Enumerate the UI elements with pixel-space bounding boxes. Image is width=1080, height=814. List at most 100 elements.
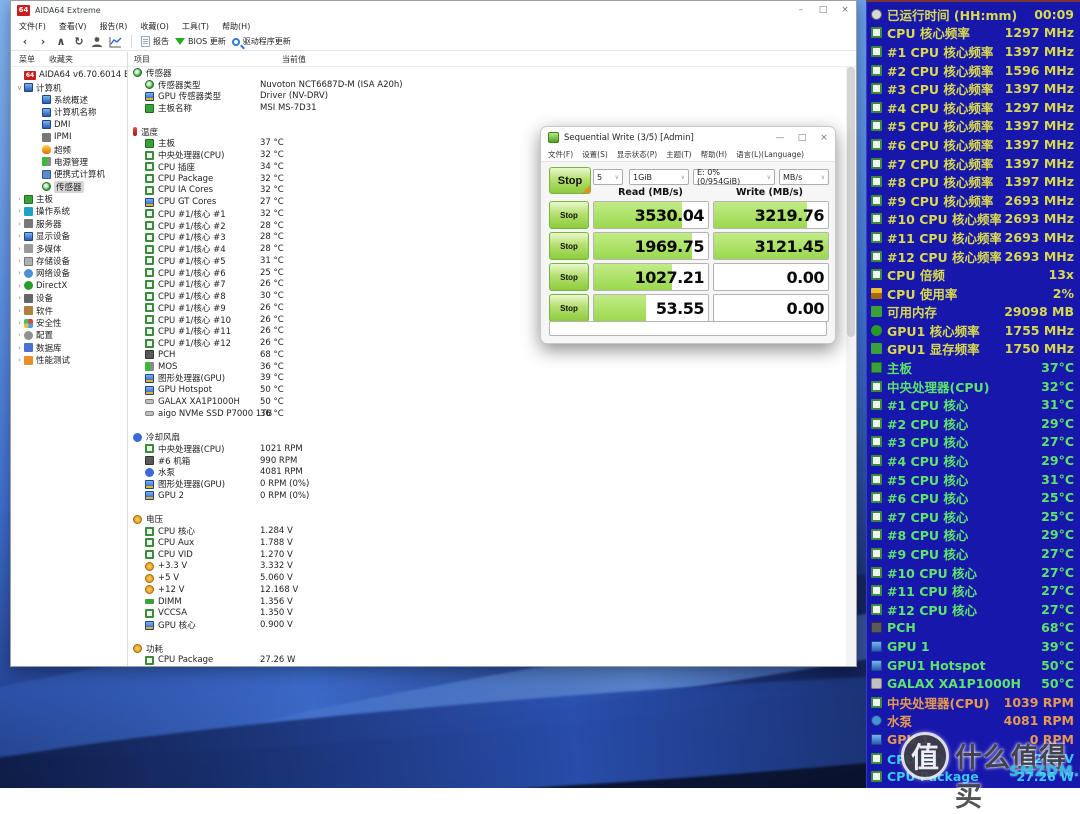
sidebar-item-主板[interactable]: ›主板 — [11, 193, 127, 205]
up-icon[interactable]: ∧ — [55, 35, 67, 48]
sidebar-item-安全性[interactable]: ›安全性 — [11, 317, 127, 329]
back-icon[interactable]: ‹ — [19, 35, 31, 48]
test-count-select[interactable]: 5∨ — [593, 169, 623, 185]
menu-item[interactable]: 设置(S) — [582, 149, 608, 160]
sensor-row-#6 机箱[interactable]: #6 机箱990 RPM — [128, 455, 846, 467]
sidebar-item-DMI[interactable]: DMI — [11, 119, 127, 131]
sidebar-item-传感器[interactable]: 传感器 — [11, 181, 127, 193]
menu-item[interactable]: 查看(V) — [59, 21, 87, 32]
sensor-row-GPU 核心[interactable]: GPU 核心0.900 V — [128, 619, 846, 631]
sidebar-item-IPMI[interactable]: IPMI — [11, 131, 127, 143]
stop-all-button[interactable]: Stop — [549, 167, 591, 194]
collapsed-arrow-icon[interactable]: › — [15, 282, 24, 290]
sidebar-item-显示设备[interactable]: ›显示设备 — [11, 230, 127, 242]
user-icon[interactable] — [91, 36, 103, 48]
expanded-arrow-icon[interactable]: ∨ — [15, 84, 24, 92]
close-button[interactable]: × — [813, 130, 835, 146]
bios-update-button[interactable]: BIOS 更新 — [175, 33, 226, 50]
menu-item[interactable]: 报告(R) — [100, 21, 128, 32]
sensor-row-GPU 2[interactable]: GPU 20 RPM (0%) — [128, 490, 846, 502]
sidebar-item-配置[interactable]: ›配置 — [11, 329, 127, 341]
stop-test-button[interactable]: Stop — [549, 294, 589, 322]
menu-item[interactable]: 帮助(H) — [701, 149, 728, 160]
stop-test-button[interactable]: Stop — [549, 201, 589, 229]
menu-item[interactable]: 收藏(O) — [140, 21, 169, 32]
close-button[interactable]: × — [834, 2, 856, 18]
sensor-row-MOS[interactable]: MOS36 °C — [128, 361, 846, 373]
diskmark-titlebar[interactable]: Sequential Write (3/5) [Admin] — □ × — [541, 127, 835, 148]
sidebar-item-计算机[interactable]: ∨计算机 — [11, 81, 127, 93]
sensor-row-aigo NVMe SSD P7000 1TB[interactable]: aigo NVMe SSD P7000 1TB36 °C — [128, 408, 846, 420]
collapsed-arrow-icon[interactable]: › — [15, 245, 24, 253]
sidebar-item-电源管理[interactable]: 电源管理 — [11, 156, 127, 168]
sidebar-item-多媒体[interactable]: ›多媒体 — [11, 242, 127, 254]
refresh-icon[interactable]: ↻ — [73, 35, 85, 48]
menu-item[interactable]: 文件(F) — [19, 21, 46, 32]
sensor-row-CPU VID[interactable]: CPU VID1.270 V — [128, 549, 846, 561]
menu-item[interactable]: 文件(F) — [548, 149, 573, 160]
stop-test-button[interactable]: Stop — [549, 263, 589, 291]
sidebar-item-数据库[interactable]: ›数据库 — [11, 342, 127, 354]
sensor-row-DIMM[interactable]: DIMM1.356 V — [128, 596, 846, 608]
sidebar-item-设备[interactable]: ›设备 — [11, 292, 127, 304]
sidebar-item-软件[interactable]: ›软件 — [11, 304, 127, 316]
maximize-button[interactable]: □ — [812, 2, 834, 18]
sensor-row-CPU 核心[interactable]: CPU 核心1.284 V — [128, 525, 846, 537]
tab-favorites[interactable]: 收藏夹 — [49, 54, 73, 65]
chart-icon[interactable] — [109, 36, 122, 48]
vertical-scrollbar[interactable] — [846, 67, 856, 666]
sensor-row-PCH[interactable]: PCH68 °C — [128, 349, 846, 361]
sidebar-item-便携式计算机[interactable]: 便携式计算机 — [11, 168, 127, 180]
sensor-section-冷却风扇[interactable]: 冷却风扇 — [128, 431, 846, 443]
menu-item[interactable]: 工具(T) — [182, 21, 209, 32]
sensor-row-CPU Package[interactable]: CPU Package27.26 W — [128, 655, 846, 667]
menu-item[interactable]: 主题(T) — [666, 149, 691, 160]
sidebar-item-性能测试[interactable]: ›性能测试 — [11, 354, 127, 366]
sensor-section-功耗[interactable]: 功耗 — [128, 643, 846, 655]
collapsed-arrow-icon[interactable]: › — [15, 257, 24, 265]
collapsed-arrow-icon[interactable]: › — [15, 331, 24, 339]
sensor-row-+12 V[interactable]: +12 V12.168 V — [128, 584, 846, 596]
sensor-row-水泵[interactable]: 水泵4081 RPM — [128, 467, 846, 479]
aida64-titlebar[interactable]: 64 AIDA64 Extreme – □ × — [11, 1, 856, 19]
sensor-row-GPU Hotspot[interactable]: GPU Hotspot50 °C — [128, 384, 846, 396]
sidebar-item-计算机名称[interactable]: 计算机名称 — [11, 106, 127, 118]
forward-icon[interactable]: › — [37, 35, 49, 48]
collapsed-arrow-icon[interactable]: › — [15, 207, 24, 215]
scrollbar-thumb[interactable] — [847, 67, 855, 337]
tab-menu[interactable]: 菜单 — [19, 54, 35, 65]
stop-test-button[interactable]: Stop — [549, 232, 589, 260]
collapsed-arrow-icon[interactable]: › — [15, 220, 24, 228]
collapsed-arrow-icon[interactable]: › — [15, 195, 24, 203]
sensor-section-传感器[interactable]: 传感器 — [128, 67, 846, 79]
collapsed-arrow-icon[interactable]: › — [15, 269, 24, 277]
sidebar-item-系统概述[interactable]: 系统概述 — [11, 94, 127, 106]
menu-item[interactable]: 帮助(H) — [222, 21, 250, 32]
collapsed-arrow-icon[interactable]: › — [15, 344, 24, 352]
sidebar-item-服务器[interactable]: ›服务器 — [11, 218, 127, 230]
target-drive-select[interactable]: E: 0% (0/954GiB)∨ — [693, 169, 775, 185]
collapsed-arrow-icon[interactable]: › — [15, 232, 24, 240]
driver-update-button[interactable]: 驱动程序更新 — [232, 36, 291, 47]
sensor-row-图形处理器(GPU)[interactable]: 图形处理器(GPU)39 °C — [128, 373, 846, 385]
sidebar-item-存储设备[interactable]: ›存储设备 — [11, 255, 127, 267]
sensor-row-GPU 传感器类型[interactable]: GPU 传感器类型Driver (NV-DRV) — [128, 91, 846, 103]
sidebar-item-DirectX[interactable]: ›DirectX — [11, 280, 127, 292]
sidebar-item-AIDA64 v6.70.6014 Beta[interactable]: 64AIDA64 v6.70.6014 Beta — [11, 69, 127, 81]
collapsed-arrow-icon[interactable]: › — [15, 319, 24, 327]
column-header-item[interactable]: 项目 — [128, 54, 282, 65]
sensor-row-GALAX XA1P1000H[interactable]: GALAX XA1P1000H50 °C — [128, 396, 846, 408]
minimize-button[interactable]: — — [769, 130, 791, 146]
sensor-row-CPU Aux[interactable]: CPU Aux1.788 V — [128, 537, 846, 549]
sidebar-item-超频[interactable]: 超频 — [11, 143, 127, 155]
unit-select[interactable]: MB/s∨ — [779, 169, 829, 185]
menu-item[interactable]: 显示状态(P) — [617, 149, 657, 160]
sidebar-item-操作系统[interactable]: ›操作系统 — [11, 205, 127, 217]
sensor-row-图形处理器(GPU)[interactable]: 图形处理器(GPU)0 RPM (0%) — [128, 478, 846, 490]
sensor-row-VCCSA[interactable]: VCCSA1.350 V — [128, 608, 846, 620]
maximize-button[interactable]: □ — [791, 130, 813, 146]
sensor-row-传感器类型[interactable]: 传感器类型Nuvoton NCT6687D-M (ISA A20h) — [128, 79, 846, 91]
sensor-row-+5 V[interactable]: +5 V5.060 V — [128, 572, 846, 584]
sensor-row-+3.3 V[interactable]: +3.3 V3.332 V — [128, 561, 846, 573]
collapsed-arrow-icon[interactable]: › — [15, 294, 24, 302]
